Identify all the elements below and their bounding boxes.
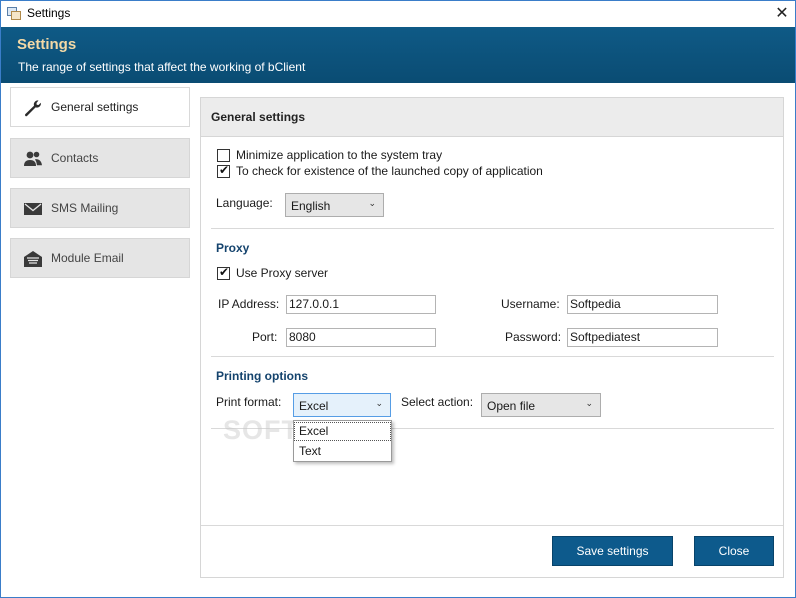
language-value: English — [291, 199, 331, 213]
check-launched-copy-checkbox[interactable]: ✔ — [217, 163, 230, 178]
header-banner: Settings The range of settings that affe… — [1, 27, 795, 83]
sidebar-item-label: General settings — [51, 100, 139, 114]
port-label: Port: — [252, 330, 278, 344]
contacts-icon — [24, 151, 42, 166]
title-bar: Settings ✕ — [1, 1, 795, 27]
sidebar-item-general-settings[interactable]: General settings — [10, 87, 190, 127]
language-select[interactable]: English ⌄ — [285, 193, 384, 217]
check-mark-icon: ✔ — [219, 265, 230, 279]
divider — [211, 356, 774, 357]
dropdown-option-text[interactable]: Text — [294, 442, 391, 461]
app-icon — [7, 7, 21, 20]
proxy-section-title: Proxy — [216, 241, 250, 255]
save-settings-button[interactable]: Save settings — [552, 536, 673, 566]
select-action-select[interactable]: Open file ⌄ — [481, 393, 601, 417]
port-input[interactable]: 8080 — [286, 328, 436, 347]
header-title: Settings — [17, 36, 77, 53]
chevron-down-icon: ⌄ — [368, 198, 376, 208]
ip-address-input[interactable]: 127.0.0.1 — [286, 295, 436, 314]
password-input[interactable]: Softpediatest — [567, 328, 718, 347]
username-input[interactable]: Softpedia — [567, 295, 718, 314]
dropdown-option-excel[interactable]: Excel — [294, 422, 391, 441]
open-mail-icon — [24, 251, 42, 267]
print-format-dropdown-list: Excel Text — [293, 420, 392, 462]
chevron-down-icon: ⌄ — [585, 398, 593, 408]
print-format-select[interactable]: Excel ⌄ — [293, 393, 391, 417]
select-action-value: Open file — [487, 399, 536, 413]
minimize-to-tray-label: Minimize application to the system tray — [236, 148, 443, 162]
header-subtitle: The range of settings that affect the wo… — [18, 60, 306, 74]
envelope-icon — [24, 203, 42, 215]
printing-section-title: Printing options — [216, 369, 308, 383]
sidebar-item-contacts[interactable]: Contacts — [10, 138, 190, 178]
use-proxy-label: Use Proxy server — [236, 266, 329, 280]
close-button[interactable]: Close — [694, 536, 774, 566]
select-action-label: Select action: — [401, 395, 474, 409]
check-launched-copy-label: To check for existence of the launched c… — [236, 164, 543, 178]
language-label: Language: — [216, 196, 273, 210]
footer-divider — [201, 525, 783, 526]
minimize-to-tray-checkbox[interactable] — [217, 149, 230, 162]
sidebar-item-label: SMS Mailing — [51, 201, 119, 215]
general-settings-panel: General settings Minimize application to… — [200, 97, 784, 578]
ip-address-label: IP Address: — [218, 297, 280, 311]
sidebar-item-sms-mailing[interactable]: SMS Mailing — [10, 188, 190, 228]
close-icon[interactable]: ✕ — [771, 3, 793, 25]
username-label: Username: — [501, 297, 560, 311]
password-label: Password: — [505, 330, 562, 344]
panel-title: General settings — [211, 110, 306, 124]
sidebar-item-module-email[interactable]: Module Email — [10, 238, 190, 278]
panel-header: General settings — [201, 98, 783, 137]
sidebar-item-label: Contacts — [51, 151, 99, 165]
check-mark-icon: ✔ — [219, 163, 230, 177]
use-proxy-checkbox[interactable]: ✔ — [217, 265, 230, 280]
settings-window: Settings ✕ Settings The range of setting… — [0, 0, 796, 598]
print-format-label: Print format: — [216, 395, 282, 409]
print-format-value: Excel — [299, 399, 329, 413]
divider — [211, 228, 774, 229]
window-title: Settings — [27, 6, 71, 20]
wrench-icon — [24, 100, 41, 117]
chevron-down-icon: ⌄ — [375, 398, 383, 408]
sidebar-item-label: Module Email — [51, 251, 124, 265]
